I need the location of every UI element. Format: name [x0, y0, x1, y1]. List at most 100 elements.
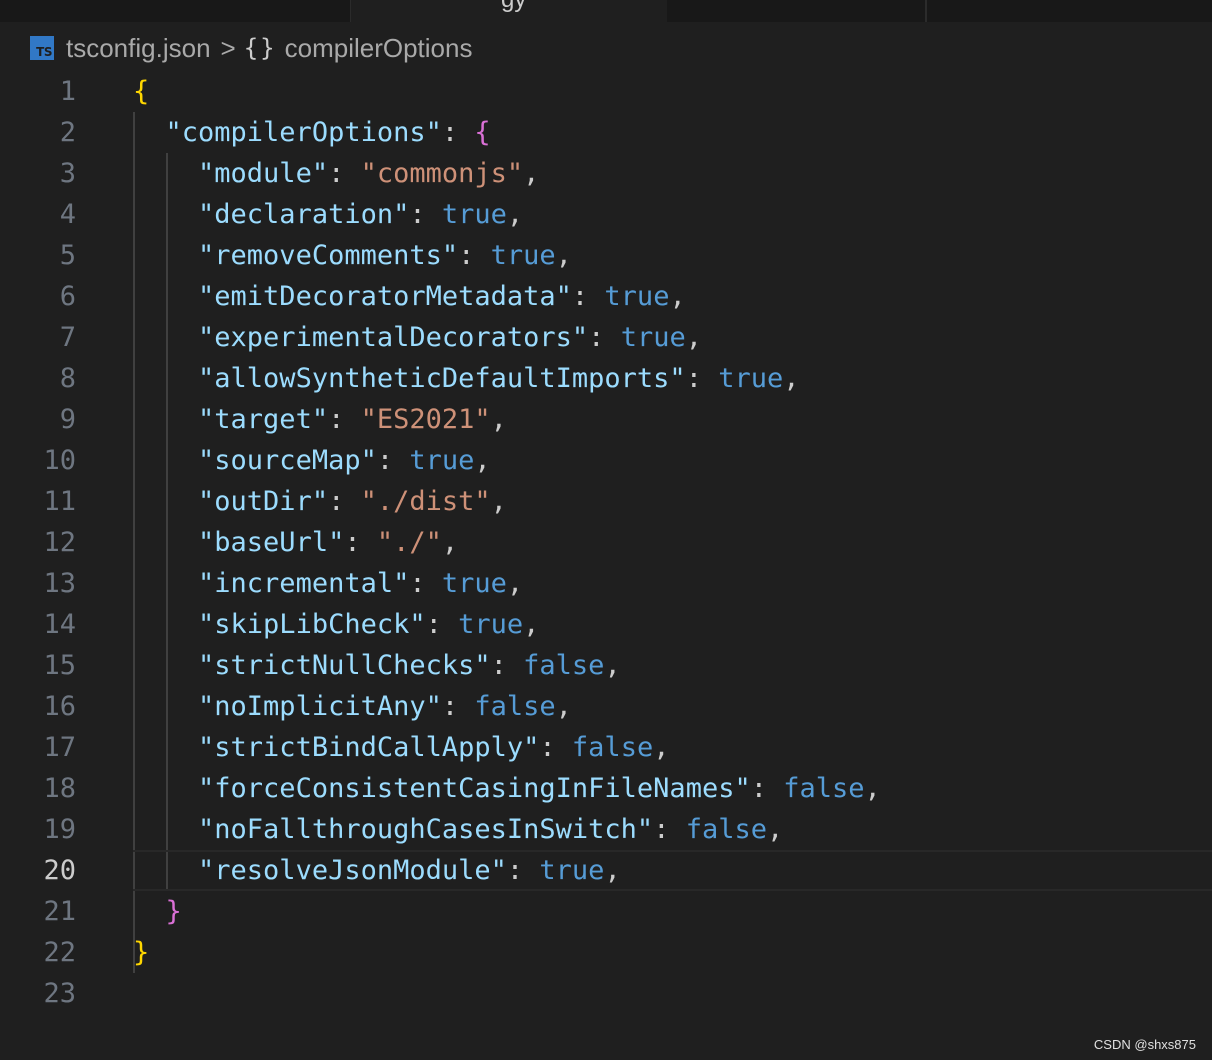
- line-number: 15: [43, 650, 76, 681]
- code-line[interactable]: 7 "experimentalDecorators": true,: [0, 317, 1212, 358]
- code-line[interactable]: 14 "skipLibCheck": true,: [0, 604, 1212, 645]
- punctuation: :: [458, 240, 491, 271]
- punctuation: :: [441, 691, 475, 722]
- code-text[interactable]: "compilerOptions": {: [133, 112, 491, 153]
- json-boolean: true: [409, 445, 475, 476]
- punctuation: ,: [766, 814, 784, 845]
- json-boolean: true: [718, 363, 784, 394]
- code-text[interactable]: }: [133, 932, 149, 973]
- line-number: 16: [43, 691, 76, 722]
- punctuation: ,: [506, 199, 524, 230]
- punctuation: [133, 527, 198, 558]
- code-text[interactable]: "noFallthroughCasesInSwitch": false,: [133, 809, 783, 850]
- code-line[interactable]: 19 "noFallthroughCasesInSwitch": false,: [0, 809, 1212, 850]
- code-text[interactable]: "declaration": true,: [133, 194, 523, 235]
- json-key: "strictBindCallApply": [198, 732, 540, 763]
- code-text[interactable]: {: [133, 71, 149, 112]
- line-number: 6: [59, 281, 76, 312]
- punctuation: [133, 855, 198, 886]
- code-text[interactable]: "baseUrl": "./",: [133, 522, 458, 563]
- code-line[interactable]: 10 "sourceMap": true,: [0, 440, 1212, 481]
- punctuation: [133, 363, 198, 394]
- punctuation: [133, 322, 198, 353]
- json-key: "module": [198, 158, 329, 189]
- code-line[interactable]: 11 "outDir": "./dist",: [0, 481, 1212, 522]
- code-text[interactable]: "target": "ES2021",: [133, 399, 507, 440]
- editor-tab-3[interactable]: [667, 0, 926, 22]
- line-number: 4: [59, 199, 76, 230]
- punctuation: :: [539, 732, 572, 763]
- code-editor[interactable]: 1{2 "compilerOptions": {3 "module": "com…: [0, 71, 1212, 1014]
- punctuation: :: [571, 281, 605, 312]
- code-text[interactable]: "noImplicitAny": false,: [133, 686, 572, 727]
- code-line[interactable]: 12 "baseUrl": "./",: [0, 522, 1212, 563]
- code-line[interactable]: 9 "target": "ES2021",: [0, 399, 1212, 440]
- code-text[interactable]: "allowSyntheticDefaultImports": true,: [133, 358, 799, 399]
- punctuation: ,: [441, 527, 459, 558]
- code-text[interactable]: "outDir": "./dist",: [133, 481, 507, 522]
- code-text[interactable]: "emitDecoratorMetadata": true,: [133, 276, 686, 317]
- punctuation: ,: [604, 855, 621, 886]
- json-string: "commonjs": [360, 158, 524, 189]
- code-line[interactable]: 5 "removeComments": true,: [0, 235, 1212, 276]
- code-line[interactable]: 3 "module": "commonjs",: [0, 153, 1212, 194]
- json-string: "ES2021": [360, 404, 491, 435]
- code-text[interactable]: "forceConsistentCasingInFileNames": fals…: [133, 768, 881, 809]
- json-key: "forceConsistentCasingInFileNames": [198, 773, 751, 804]
- line-number: 9: [59, 404, 76, 435]
- code-text[interactable]: "module": "commonjs",: [133, 153, 539, 194]
- json-key: "allowSyntheticDefaultImports": [198, 363, 686, 394]
- breadcrumb-file[interactable]: tsconfig.json: [66, 33, 211, 64]
- punctuation: [133, 486, 198, 517]
- punctuation: :: [588, 322, 621, 353]
- code-line[interactable]: 18 "forceConsistentCasingInFileNames": f…: [0, 768, 1212, 809]
- punctuation: [133, 404, 198, 435]
- code-text[interactable]: "strictNullChecks": false,: [133, 645, 621, 686]
- code-line[interactable]: 22}: [0, 932, 1212, 973]
- line-number: 19: [43, 814, 76, 845]
- code-line[interactable]: 16 "noImplicitAny": false,: [0, 686, 1212, 727]
- code-line[interactable]: 23: [0, 973, 1212, 1014]
- line-number: 5: [59, 240, 76, 271]
- punctuation: :: [344, 527, 377, 558]
- punctuation: :: [409, 568, 442, 599]
- code-line[interactable]: 4 "declaration": true,: [0, 194, 1212, 235]
- code-text[interactable]: "incremental": true,: [133, 563, 523, 604]
- code-line[interactable]: 1{: [0, 71, 1212, 112]
- code-text[interactable]: "resolveJsonModule": true,: [133, 850, 621, 891]
- punctuation: :: [653, 814, 686, 845]
- line-number: 22: [43, 937, 76, 968]
- code-text[interactable]: "strictBindCallApply": false,: [133, 727, 669, 768]
- code-line[interactable]: 6 "emitDecoratorMetadata": true,: [0, 276, 1212, 317]
- punctuation: ,: [523, 609, 540, 640]
- code-line[interactable]: 15 "strictNullChecks": false,: [0, 645, 1212, 686]
- punctuation: [133, 814, 198, 845]
- json-key: "target": [198, 404, 329, 435]
- punctuation: [133, 240, 198, 271]
- code-text[interactable]: "skipLibCheck": true,: [133, 604, 539, 645]
- code-line[interactable]: 21 }: [0, 891, 1212, 932]
- json-boolean: true: [620, 322, 686, 353]
- editor-tab-4[interactable]: [926, 0, 1212, 22]
- code-line[interactable]: 2 "compilerOptions": {: [0, 112, 1212, 153]
- code-text[interactable]: }: [133, 891, 182, 932]
- punctuation: :: [506, 855, 540, 886]
- code-line[interactable]: 20 "resolveJsonModule": true,: [0, 850, 1212, 891]
- code-text[interactable]: "sourceMap": true,: [133, 440, 491, 481]
- breadcrumb-symbol[interactable]: compilerOptions: [285, 33, 473, 64]
- code-line[interactable]: 13 "incremental": true,: [0, 563, 1212, 604]
- code-text[interactable]: "removeComments": true,: [133, 235, 572, 276]
- punctuation: ,: [506, 568, 524, 599]
- json-boolean: false: [474, 691, 556, 722]
- editor-tab-1[interactable]: [0, 0, 351, 22]
- punctuation: [133, 691, 198, 722]
- code-line[interactable]: 17 "strictBindCallApply": false,: [0, 727, 1212, 768]
- editor-tab-active[interactable]: gy: [350, 0, 668, 22]
- punctuation: ,: [669, 281, 686, 312]
- editor-tab-strip: gy: [0, 0, 1212, 22]
- code-line[interactable]: 8 "allowSyntheticDefaultImports": true,: [0, 358, 1212, 399]
- line-number: 11: [43, 486, 76, 517]
- punctuation: [133, 158, 198, 189]
- line-number: 18: [43, 773, 76, 804]
- code-text[interactable]: "experimentalDecorators": true,: [133, 317, 702, 358]
